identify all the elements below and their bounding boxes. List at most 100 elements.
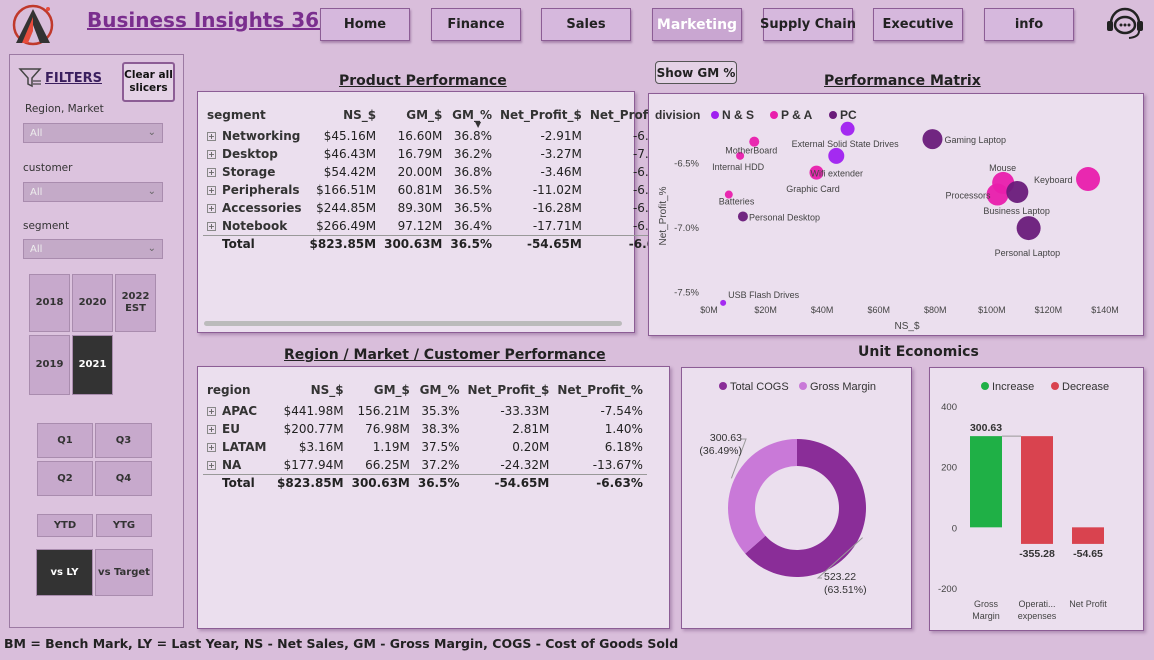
expand-plus-icon[interactable]: + xyxy=(207,132,216,141)
period-tile-ytd[interactable]: YTD xyxy=(37,514,93,537)
table-cell: -3.46M xyxy=(540,165,582,179)
nav-home-button[interactable]: Home xyxy=(320,8,410,41)
nav-supply-chain-button[interactable]: Supply Chain xyxy=(760,8,856,41)
table-cell: $177.94M xyxy=(283,457,344,472)
y-tick-label: -7.5% xyxy=(674,288,699,299)
horizontal-scrollbar[interactable] xyxy=(204,321,622,326)
legend-title: division xyxy=(655,108,700,122)
quarter-tile-q3[interactable]: Q3 xyxy=(95,423,152,458)
region-performance-table: region NS_$ GM_$ GM_% Net_Profit_$ Net_P… xyxy=(203,378,647,492)
point-label: USB Flash Drives xyxy=(728,290,800,300)
legend-label: Increase xyxy=(992,381,1034,393)
sort-descending-icon[interactable]: ▼ xyxy=(475,120,481,129)
column-header[interactable]: GM_$ xyxy=(348,378,414,402)
column-header[interactable]: GM_$ xyxy=(380,103,446,127)
table-row[interactable]: +Peripherals$166.51M60.81M36.5%-11.02M-6… xyxy=(203,181,679,199)
expand-plus-icon[interactable]: + xyxy=(207,443,216,452)
waterfall-bar xyxy=(1021,436,1053,544)
table-cell: 76.98M xyxy=(365,422,410,436)
legend-label: Total COGS xyxy=(730,381,789,393)
app-title[interactable]: Business Insights 360 xyxy=(87,8,333,32)
point-label: Keyboard xyxy=(1034,175,1073,185)
table-row[interactable]: +Storage$54.42M20.00M36.8%-3.46M-6.36% xyxy=(203,163,679,181)
year-tile-2021[interactable]: 2021 xyxy=(72,335,113,395)
table-cell: -17.71M xyxy=(532,218,582,233)
legend-label: N & S xyxy=(722,108,754,122)
column-header[interactable]: region xyxy=(203,378,273,402)
column-header[interactable]: segment xyxy=(203,103,306,127)
waterfall-panel: Increase Decrease 400 200 0 -200 300.63 -355.28… xyxy=(929,367,1144,631)
row-label: + Peripherals xyxy=(203,181,306,199)
dropdown-value: All xyxy=(30,187,43,198)
expand-plus-icon[interactable]: + xyxy=(207,168,216,177)
y-tick-label: -200 xyxy=(938,584,957,595)
column-header[interactable]: Net_Profit_% xyxy=(553,378,647,402)
show-gm-percent-button[interactable]: Show GM % xyxy=(655,61,737,84)
clear-all-slicers-button[interactable]: Clear all slicers xyxy=(122,62,175,102)
table-row[interactable]: +Desktop$46.43M16.79M36.2%-3.27M-7.04% xyxy=(203,145,679,163)
nav-info-button[interactable]: info xyxy=(984,8,1074,41)
column-header[interactable]: Net_Profit_$ xyxy=(464,378,554,402)
table-row[interactable]: +Notebook$266.49M97.12M36.4%-17.71M-6.64… xyxy=(203,217,679,235)
column-header[interactable]: NS_$ xyxy=(306,103,381,127)
benchmark-vs-target-tile[interactable]: vs Target xyxy=(95,549,153,596)
quarter-tile-q2[interactable]: Q2 xyxy=(37,461,93,496)
column-header[interactable]: GM_% xyxy=(414,378,464,402)
table-row[interactable]: + APAC $441.98M 156.21M 35.3% -33.33M -7.54% xyxy=(203,402,647,420)
year-tile-2020[interactable]: 2020 xyxy=(72,274,113,332)
customer-dropdown[interactable]: All ⌄ xyxy=(23,182,163,202)
legend-marker xyxy=(1051,382,1059,390)
table-row[interactable]: +Accessories$244.85M89.30M36.5%-16.28M-6… xyxy=(203,199,679,217)
bar-value-label: -355.28 xyxy=(1019,548,1055,560)
year-tile-2022-est[interactable]: 2022 EST xyxy=(115,274,156,332)
year-tile-2018[interactable]: 2018 xyxy=(29,274,70,332)
table-cell: -3.27M xyxy=(540,147,582,161)
row-label-text: NA xyxy=(222,457,242,472)
segment-label: segment xyxy=(23,220,70,232)
nav-executive-button[interactable]: Executive xyxy=(873,8,963,41)
table-row[interactable]: + NA $177.94M 66.25M 37.2% -24.32M -13.67% xyxy=(203,456,647,474)
column-header[interactable]: Net_Profit_$ xyxy=(496,103,586,127)
x-tick-label: $120M xyxy=(1035,305,1063,315)
column-header[interactable]: NS_$ xyxy=(273,378,348,402)
expand-plus-icon[interactable]: + xyxy=(207,460,216,470)
benchmark-vs-ly-tile[interactable]: vs LY xyxy=(36,549,93,596)
row-label-text: Accessories xyxy=(222,201,302,215)
expand-plus-icon[interactable]: + xyxy=(207,186,216,195)
table-row[interactable]: + EU $200.77M 76.98M 38.3% 2.81M 1.40% xyxy=(203,420,647,438)
table-row[interactable]: + LATAM $3.16M 1.19M 37.5% 0.20M 6.18% xyxy=(203,438,647,456)
year-tile-2019[interactable]: 2019 xyxy=(29,335,70,395)
table-cell: $46.43M xyxy=(323,147,377,161)
support-chat-icon[interactable] xyxy=(1103,5,1147,41)
table-cell: 16.79M xyxy=(397,147,443,161)
nav-sales-button[interactable]: Sales xyxy=(541,8,631,41)
nav-marketing-button[interactable]: Marketing xyxy=(652,8,742,41)
table-cell: 97.12M xyxy=(397,218,443,233)
point-label: External Solid State Drives xyxy=(792,139,900,149)
period-tile-ytg[interactable]: YTG xyxy=(96,514,152,537)
expand-plus-icon[interactable]: + xyxy=(207,150,216,159)
table-cell: 156.21M xyxy=(357,404,410,418)
table-cell: -7.54% xyxy=(600,404,643,418)
expand-plus-icon[interactable]: + xyxy=(207,221,216,231)
table-cell: 37.5% xyxy=(421,440,460,454)
expand-plus-icon[interactable]: + xyxy=(207,425,216,434)
expand-plus-icon[interactable]: + xyxy=(207,204,216,213)
table-row[interactable]: +Networking$45.16M16.60M36.8%-2.91M-6.44… xyxy=(203,127,679,145)
quarter-tile-q4[interactable]: Q4 xyxy=(95,461,152,496)
legend-marker xyxy=(711,111,719,119)
segment-dropdown[interactable]: All ⌄ xyxy=(23,239,163,259)
expand-plus-icon[interactable]: + xyxy=(207,407,216,416)
table-cell: 1.40% xyxy=(604,422,643,436)
x-tick-label: $40M xyxy=(811,305,834,315)
x-tick-label: $100M xyxy=(978,305,1006,315)
quarter-tile-q1[interactable]: Q1 xyxy=(37,423,93,458)
point-label: Processors xyxy=(946,191,992,201)
column-header[interactable]: GM_% xyxy=(446,103,496,127)
nav-finance-button[interactable]: Finance xyxy=(431,8,521,41)
legend-marker xyxy=(799,382,807,390)
region-performance-title: Region / Market / Customer Performance xyxy=(284,347,606,363)
total-cell: $823.85M xyxy=(305,234,381,253)
region-market-dropdown[interactable]: All ⌄ xyxy=(23,123,163,143)
legend-label: P & A xyxy=(781,108,813,122)
